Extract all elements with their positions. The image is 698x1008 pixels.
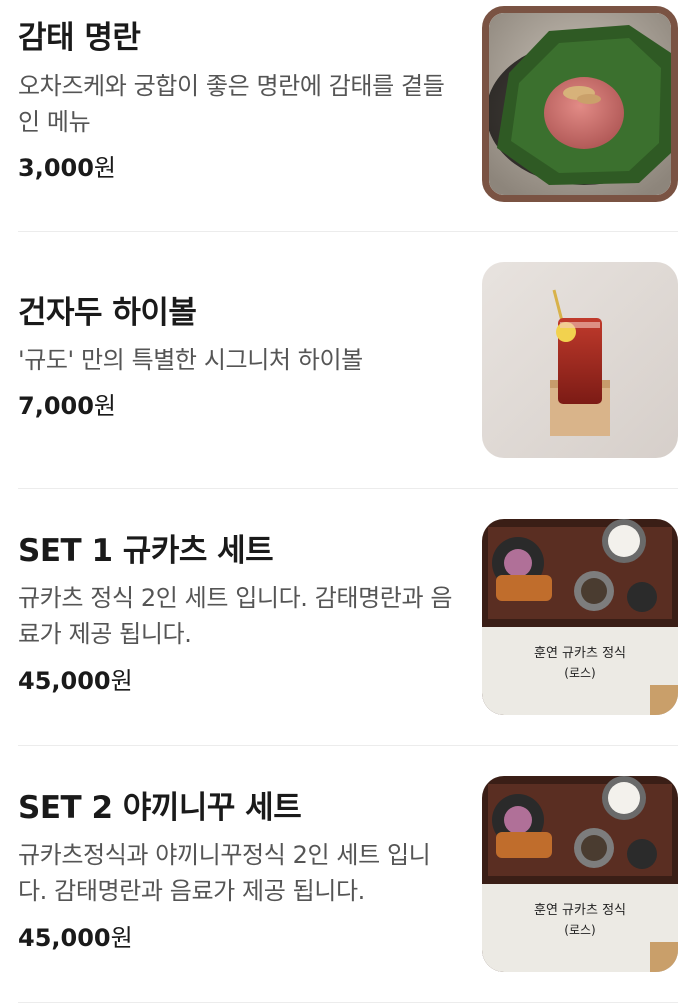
menu-item-price: 45,000원 <box>18 665 133 697</box>
gyukatsu-set-photo: 훈연 규카츠 정식 (로스) <box>482 519 678 715</box>
menu-item-name: SET 2 야끼니꾸 세트 <box>18 790 302 826</box>
price-amount: 3,000 <box>18 154 94 182</box>
menu-item-geonjadu-highball[interactable]: 건자두 하이볼 '규도' 만의 특별한 시그니처 하이볼 7,000원 <box>18 232 678 488</box>
menu-item-price: 3,000원 <box>18 152 116 184</box>
price-unit: 원 <box>110 924 133 952</box>
menu-item-name: 건자두 하이볼 <box>18 295 197 331</box>
price-amount: 45,000 <box>18 924 111 952</box>
menu-item-set1-gyukatsu[interactable]: SET 1 규카츠 세트 규카츠 정식 2인 세트 입니다. 감태명란과 음료가… <box>18 489 678 745</box>
price-unit: 원 <box>93 392 117 420</box>
photo-caption-line2: (로스) <box>564 923 595 937</box>
highball-drink-photo <box>482 262 678 458</box>
photo-caption-line2: (로스) <box>564 666 595 680</box>
menu-item-description: '규도' 만의 특별한 시그니처 하이볼 <box>18 346 363 374</box>
menu-item-name: SET 1 규카츠 세트 <box>18 533 274 569</box>
price-amount: 7,000 <box>18 392 94 420</box>
photo-caption-line1: 훈연 규카츠 정식 <box>534 903 626 918</box>
menu-divider <box>18 1002 678 1003</box>
price-unit: 원 <box>93 154 117 182</box>
menu-item-description: 오차즈케와 궁합이 좋은 명란에 감태를 곁들인 메뉴 <box>18 72 445 136</box>
menu-item-price: 45,000원 <box>18 922 133 954</box>
myeongran-dish-photo <box>482 6 678 202</box>
menu-item-set2-yakiniku[interactable]: SET 2 야끼니꾸 세트 규카츠정식과 야끼니꾸정식 2인 세트 입니다. 감… <box>18 746 678 1002</box>
menu-item-price: 7,000원 <box>18 390 116 422</box>
menu-item-description: 규카츠 정식 2인 세트 입니다. 감태명란과 음료가 제공 됩니다. <box>18 584 453 648</box>
price-unit: 원 <box>110 667 133 695</box>
menu-list: 감태 명란 오차즈케와 궁합이 좋은 명란에 감태를 곁들인 메뉴 3,000원 <box>0 0 698 1008</box>
menu-item-gamtae-myeongran[interactable]: 감태 명란 오차즈케와 궁합이 좋은 명란에 감태를 곁들인 메뉴 3,000원 <box>18 0 678 231</box>
menu-item-name: 감태 명란 <box>18 20 141 56</box>
yakiniku-set-photo: 훈연 규카츠 정식 (로스) <box>482 776 678 972</box>
price-amount: 45,000 <box>18 667 111 695</box>
photo-caption-line1: 훈연 규카츠 정식 <box>534 646 626 661</box>
menu-item-description: 규카츠정식과 야끼니꾸정식 2인 세트 입니다. 감태명란과 음료가 제공 됩니… <box>18 841 431 905</box>
